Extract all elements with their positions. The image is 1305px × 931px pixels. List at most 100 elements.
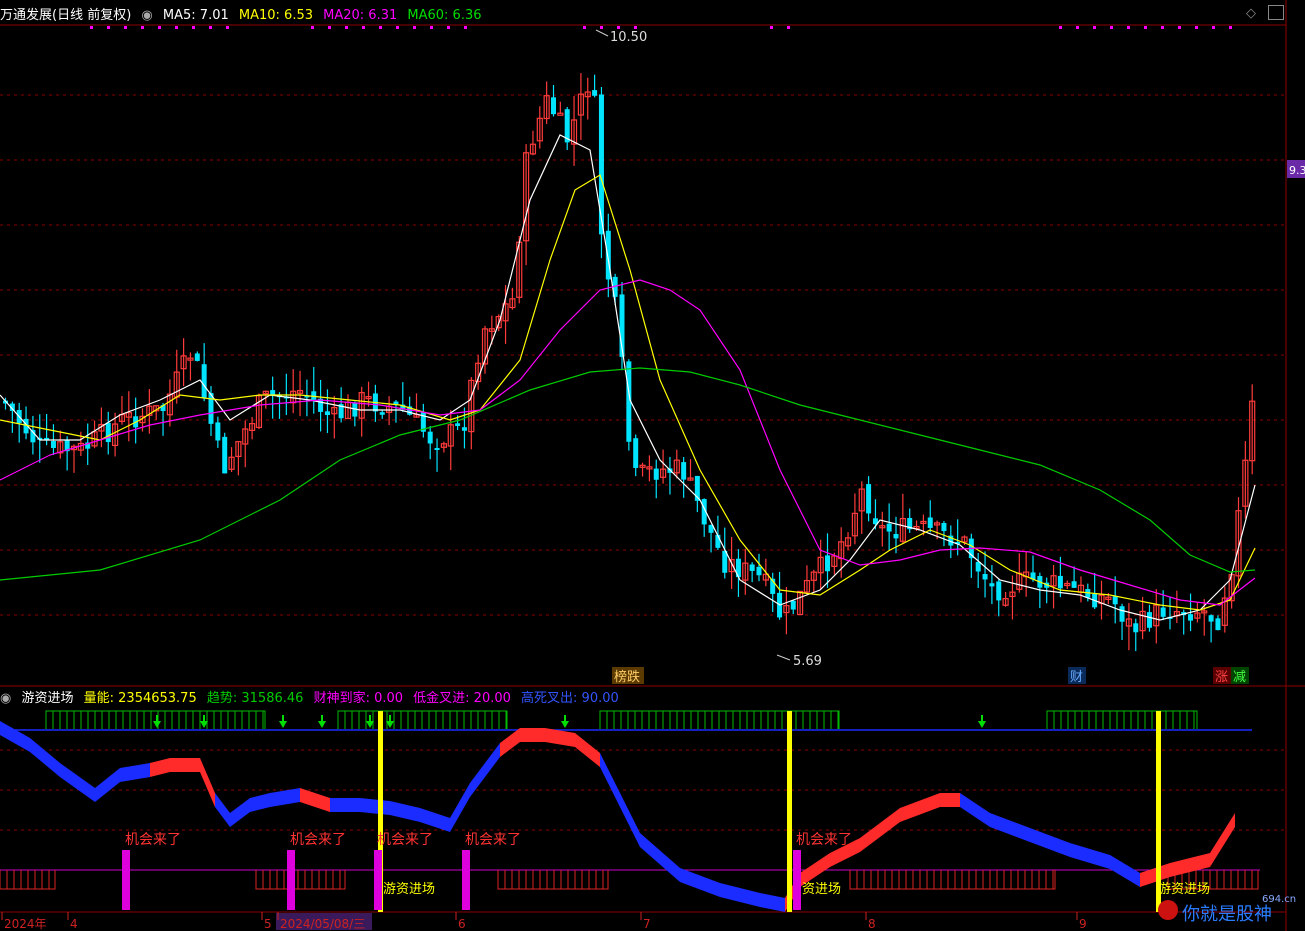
price-chart[interactable]: 9.310.505.69榜跌财涨减机会来了 机会来了 机会来了 机会来了 机会来了游资进… (0, 0, 1305, 931)
candle-down (379, 412, 385, 415)
candle-down (1188, 614, 1194, 621)
red-comb (255, 870, 346, 890)
chance-label: 机会来了 (796, 832, 852, 848)
maximize-icon[interactable] (1268, 5, 1284, 20)
candle-down (749, 564, 755, 571)
high-label: 10.50 (610, 30, 647, 45)
candle-down (681, 462, 687, 480)
signal-dot (396, 26, 399, 29)
down-arrow-icon (978, 721, 986, 728)
candle-down (1119, 606, 1125, 622)
event-label: 榜跌 (614, 669, 640, 685)
indicator-band (150, 758, 215, 807)
liangneng-label: 量能: 2354653.75 (83, 691, 197, 706)
signal-dot (209, 26, 212, 29)
down-arrow-icon (153, 721, 161, 728)
signal-dot (770, 26, 773, 29)
gaosi-label: 高死叉出: 90.00 (521, 691, 619, 706)
entry-signal-bar (787, 711, 792, 912)
watermark-url: 694.cn (1262, 894, 1296, 905)
signal-dot (1229, 26, 1232, 29)
candle-down (592, 90, 598, 96)
settings-icon[interactable]: ◉ (0, 691, 11, 706)
signal-dot (362, 26, 365, 29)
x-axis-label: 7 (643, 917, 651, 931)
signal-dot (1059, 26, 1062, 29)
low-pointer (776, 654, 791, 661)
red-comb (849, 870, 1056, 890)
signal-dot (413, 26, 416, 29)
signal-dot (175, 26, 178, 29)
caishen-label: 财神到家: 0.00 (313, 691, 404, 706)
candle-down (996, 581, 1002, 601)
candle-down (1208, 615, 1214, 622)
candle-down (1160, 607, 1166, 617)
signal-dot (1195, 26, 1198, 29)
chart-window: 9.3 10.50 5.69 榜跌财涨减机会来了 机会来了 机会来了 机会来了 机会来了 游资进… (0, 0, 1305, 931)
signal-dot (1161, 26, 1164, 29)
down-arrow-icon (318, 721, 326, 728)
signal-dot (1093, 26, 1096, 29)
event-label: 减 (1233, 670, 1246, 685)
red-comb (497, 870, 609, 890)
low-label: 5.69 (793, 654, 822, 669)
candle-down (427, 431, 433, 444)
candle-down (941, 523, 947, 532)
signal-dot (328, 26, 331, 29)
chance-label: 机会来了 (290, 832, 346, 848)
signal-dot (311, 26, 314, 29)
indicator-band (1140, 813, 1235, 887)
x-axis-label: 2024年 (4, 917, 47, 931)
candle-down (215, 422, 221, 441)
indicator-band (215, 788, 300, 827)
indicator-band (500, 728, 600, 767)
candle-down (989, 583, 995, 587)
signal-dot (634, 26, 637, 29)
dijin-label: 低金叉进: 20.00 (413, 691, 511, 706)
settings-icon[interactable]: ◉ (141, 8, 152, 23)
event-label: 财 (1070, 670, 1083, 685)
signal-dot (1076, 26, 1079, 29)
candle-down (598, 94, 604, 235)
signal-dot (192, 26, 195, 29)
chance-signal-bar (287, 850, 295, 910)
candle-down (1133, 623, 1139, 633)
chance-label: 机会来了 (377, 832, 433, 848)
indicator-band (960, 793, 1140, 887)
x-axis-label: 2024/05/08/三 (280, 917, 365, 931)
candle-down (825, 555, 830, 572)
candle-down (324, 411, 330, 416)
indicator-band (600, 753, 785, 912)
indicator-header: ◉ 游资进场 量能: 2354653.75 趋势: 31586.46 财神到家:… (0, 687, 625, 706)
chance-signal-bar (374, 850, 382, 910)
signal-dot (226, 26, 229, 29)
indicator-band (300, 788, 330, 812)
signal-dot (617, 26, 620, 29)
chance-signal-bar (793, 850, 801, 910)
watermark-logo (1158, 900, 1178, 920)
candle-down (201, 364, 207, 398)
enter-label: 游资进场 (383, 882, 435, 897)
event-label: 涨 (1215, 670, 1228, 685)
price-header: 万通发展(日线 前复权) ◉ MA5: 7.01 MA10: 6.53 MA20… (0, 4, 488, 23)
qushi-label: 趋势: 31586.46 (206, 691, 304, 706)
candle-up (557, 112, 564, 116)
signal-dot (430, 26, 433, 29)
down-arrow-icon (561, 721, 569, 728)
candle-down (1215, 618, 1221, 631)
x-axis-label: 5 (264, 917, 272, 931)
candle-down (927, 517, 933, 528)
chance-label: 机会来了 (465, 832, 521, 848)
down-arrow-icon (279, 721, 287, 728)
enter-label: 游资进场 (1158, 882, 1210, 897)
chance-signal-bar (122, 850, 130, 910)
candle-down (393, 401, 399, 405)
diamond-icon[interactable]: ◇ (1246, 6, 1256, 21)
signal-dot (379, 26, 382, 29)
x-axis-label: 6 (458, 917, 466, 931)
candle-down (222, 436, 228, 474)
candle-down (866, 484, 872, 514)
signal-dot (447, 26, 450, 29)
candle-down (653, 468, 659, 480)
signal-dot (600, 26, 603, 29)
